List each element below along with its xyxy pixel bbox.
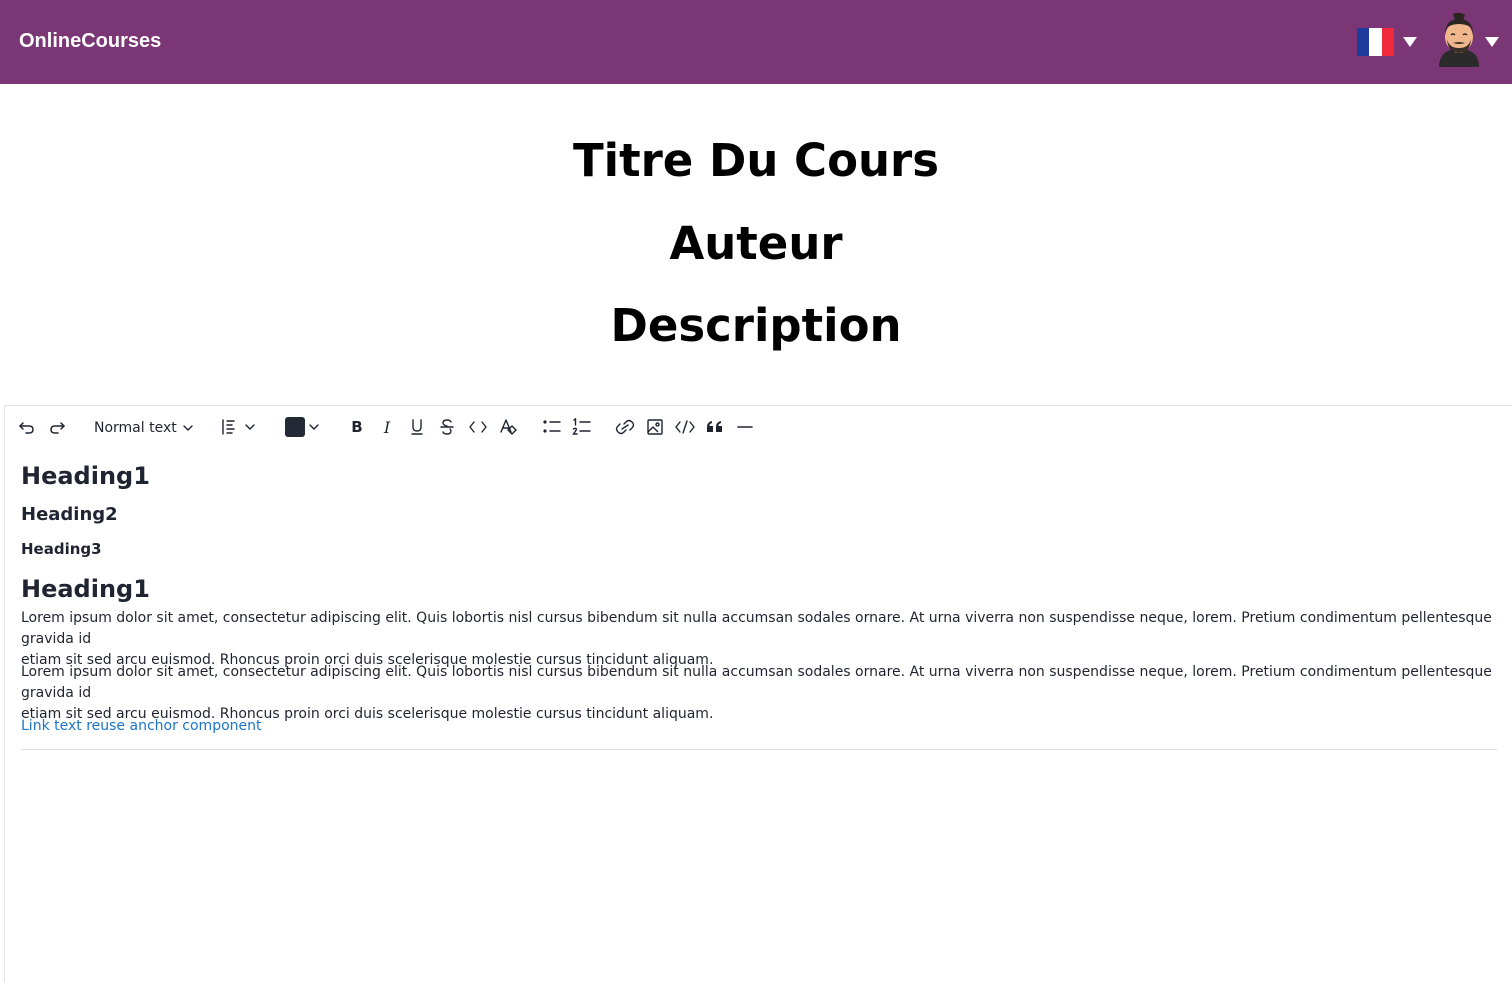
anchor-link[interactable]: Link text reuse anchor component <box>21 718 262 734</box>
heading-3: Heading3 <box>21 540 102 558</box>
block-style-select[interactable]: Normal text <box>94 418 194 438</box>
horizontal-rule <box>21 749 1497 750</box>
heading-2: Heading2 <box>21 504 118 525</box>
numbered-list-icon[interactable] <box>571 417 593 437</box>
redo-icon[interactable] <box>47 417 67 437</box>
horizontal-rule-icon[interactable] <box>735 417 755 437</box>
align-icon[interactable] <box>220 417 258 437</box>
france-flag-icon[interactable] <box>1357 28 1394 56</box>
paragraph-line: Lorem ipsum dolor sit amet, consectetur … <box>21 610 1492 647</box>
text-color-chevron-icon[interactable] <box>307 420 321 434</box>
image-icon[interactable] <box>645 417 665 437</box>
inline-code-icon[interactable] <box>467 417 489 437</box>
language-dropdown-caret-icon[interactable] <box>1403 37 1417 47</box>
user-menu-caret-icon[interactable] <box>1485 37 1499 47</box>
heading-1: Heading1 <box>21 575 150 603</box>
brand-logo[interactable]: OnlineCourses <box>19 30 161 53</box>
paragraph-line: Lorem ipsum dolor sit amet, consectetur … <box>21 664 1492 701</box>
underline-icon[interactable] <box>407 417 427 437</box>
text-color-swatch[interactable] <box>285 417 305 437</box>
rich-text-editor: Normal text B I Heading1 Heading2 Headin… <box>4 405 1512 982</box>
clear-format-icon[interactable] <box>497 417 519 437</box>
course-author: Auteur <box>669 217 843 270</box>
bold-icon[interactable]: B <box>347 417 367 437</box>
link-icon[interactable] <box>614 417 636 437</box>
chevron-down-icon <box>183 425 193 431</box>
strikethrough-icon[interactable] <box>437 417 457 437</box>
user-avatar[interactable] <box>1436 11 1482 67</box>
heading-1: Heading1 <box>21 462 150 490</box>
quote-icon[interactable] <box>705 417 725 437</box>
undo-icon[interactable] <box>17 417 37 437</box>
paragraph: Lorem ipsum dolor sit amet, consectetur … <box>21 662 1497 725</box>
block-style-value: Normal text <box>94 420 177 436</box>
italic-icon[interactable]: I <box>377 417 397 437</box>
bullet-list-icon[interactable] <box>541 417 563 437</box>
top-navbar: OnlineCourses <box>0 0 1512 84</box>
course-description: Description <box>610 299 902 352</box>
code-block-icon[interactable] <box>674 417 696 437</box>
course-title: Titre Du Cours <box>572 134 940 187</box>
